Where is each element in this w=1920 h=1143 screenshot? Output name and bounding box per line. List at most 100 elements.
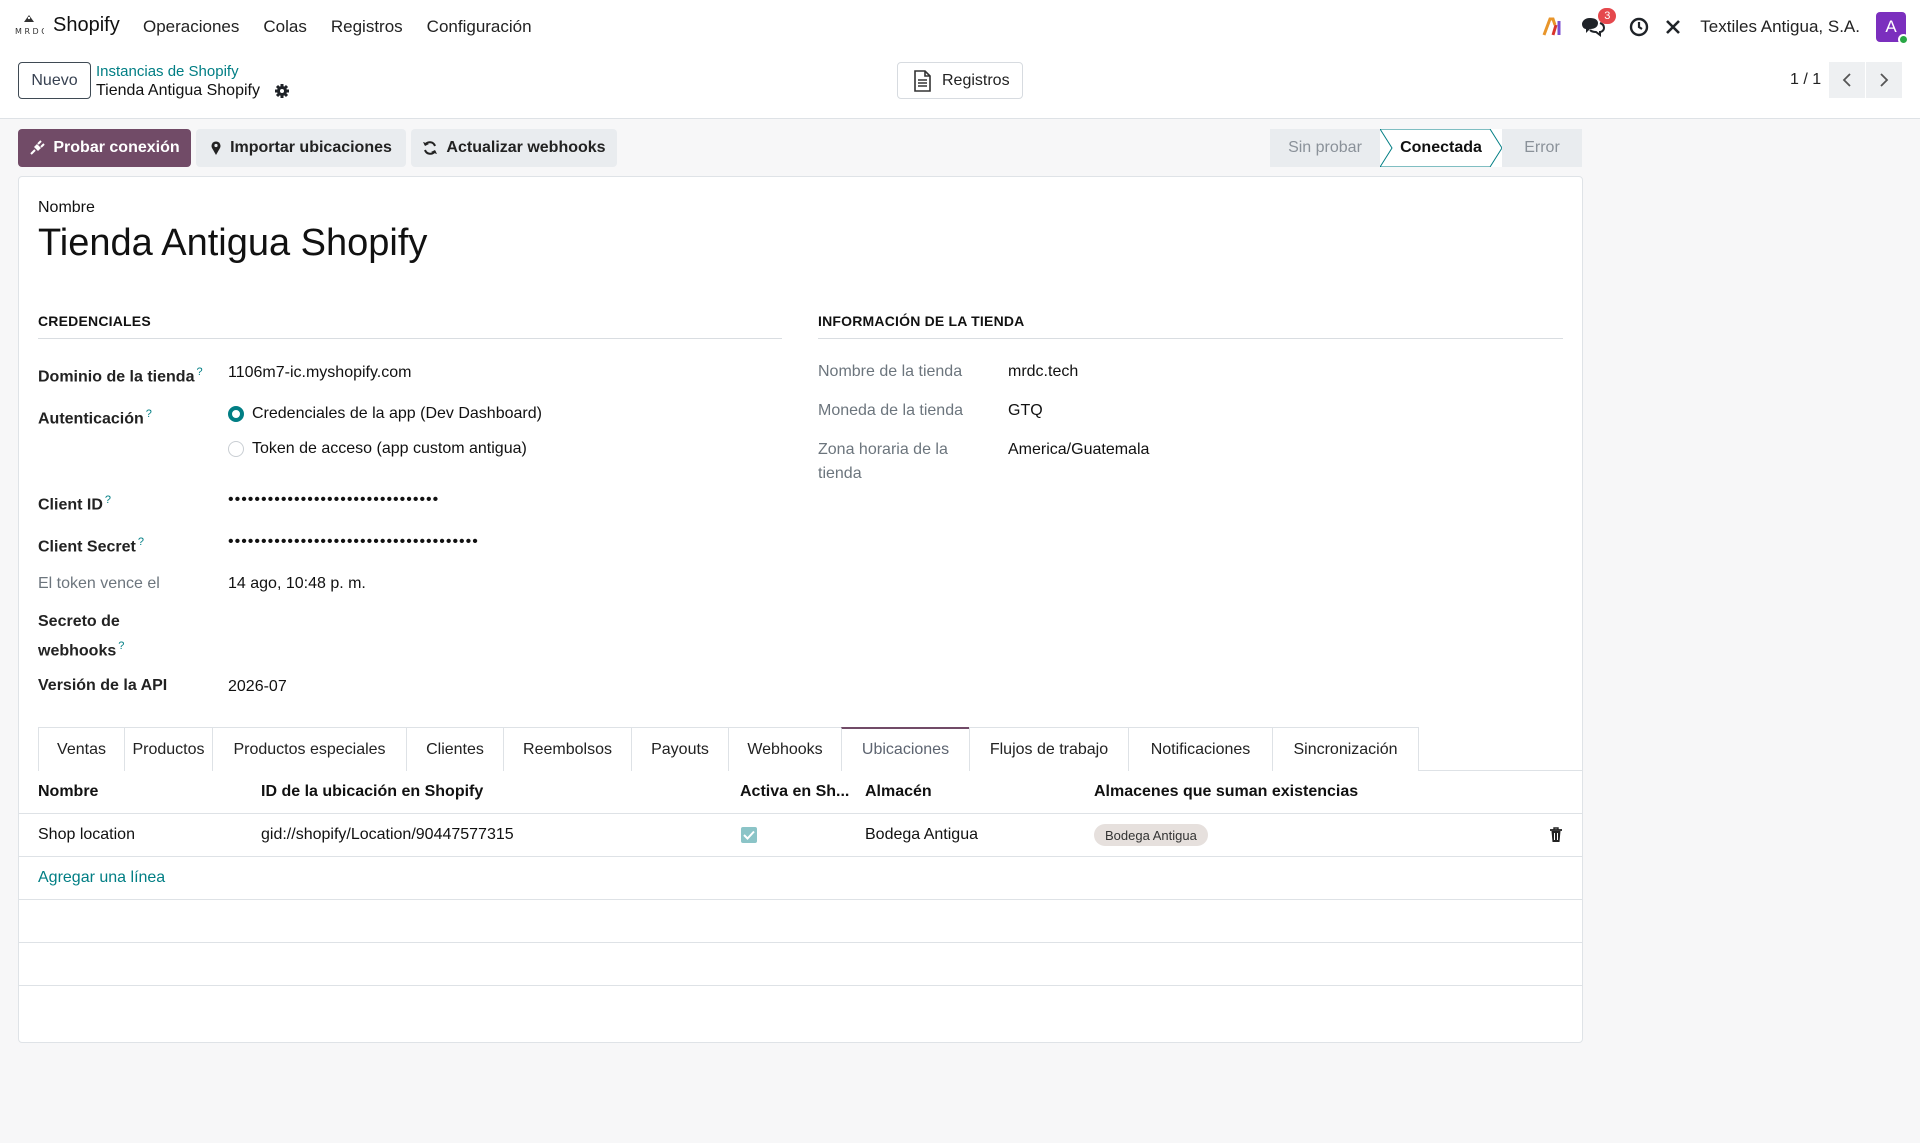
auth-option-access-token[interactable]: Token de acceso (app custom antigua) xyxy=(228,440,527,458)
activity-clock-icon[interactable] xyxy=(1626,14,1652,40)
user-avatar[interactable]: A xyxy=(1876,11,1909,45)
chevron-right-icon xyxy=(1880,73,1889,87)
record-name-field[interactable]: Tienda Antigua Shopify xyxy=(38,222,427,265)
tab-ventas[interactable]: Ventas xyxy=(38,727,125,771)
menu-item-configuracion[interactable]: Configuración xyxy=(427,17,532,37)
menu-item-registros[interactable]: Registros xyxy=(331,17,403,37)
pager-previous-button[interactable] xyxy=(1829,62,1865,98)
new-button[interactable]: Nuevo xyxy=(18,62,91,99)
add-line-link[interactable]: Agregar una línea xyxy=(38,869,165,887)
menu-item-colas[interactable]: Colas xyxy=(263,17,306,37)
column-header-almacenes-suman[interactable]: Almacenes que suman existencias xyxy=(1094,783,1358,801)
document-icon xyxy=(914,69,931,92)
client-id-label: Client ID? xyxy=(38,494,112,514)
add-line-row: Agregar una línea xyxy=(19,857,1582,900)
app-name[interactable]: Shopify xyxy=(53,14,120,37)
auth-label: Autenticación? xyxy=(38,408,152,428)
import-locations-button[interactable]: Importar ubicaciones xyxy=(196,129,406,167)
gear-icon[interactable] xyxy=(274,83,290,99)
company-switcher[interactable]: Textiles Antigua, S.A. xyxy=(1700,17,1860,37)
radio-checked-icon xyxy=(228,406,244,422)
column-header-shopify-id[interactable]: ID de la ubicación en Shopify xyxy=(261,783,483,801)
domain-label: Dominio de la tienda? xyxy=(38,366,203,386)
import-locations-label: Importar ubicaciones xyxy=(230,139,392,156)
column-header-activa[interactable]: Activa en Sh... xyxy=(740,783,849,801)
tab-payouts[interactable]: Payouts xyxy=(631,727,729,771)
tab-ubicaciones[interactable]: Ubicaciones xyxy=(841,727,970,771)
status-step-sin-probar[interactable]: Sin probar xyxy=(1270,129,1380,167)
token-expiry-field: 14 ago, 10:48 p. m. xyxy=(228,575,366,592)
store-info-heading: INFORMACIÓN DE LA TIENDA xyxy=(818,313,1563,339)
token-expiry-label: El token vence el xyxy=(38,575,160,592)
api-version-field[interactable]: 2026-07 xyxy=(228,678,287,696)
domain-field[interactable]: 1106m7-ic.myshopify.com xyxy=(228,364,411,382)
status-step-label: Error xyxy=(1524,139,1560,156)
logs-button-label: Registros xyxy=(942,71,1010,89)
name-label: Nombre xyxy=(38,199,95,216)
help-icon: ? xyxy=(145,408,152,420)
locations-table: Nombre ID de la ubicación en Shopify Act… xyxy=(19,771,1582,1029)
tab-flujos-de-trabajo[interactable]: Flujos de trabajo xyxy=(969,727,1129,771)
tab-notificaciones[interactable]: Notificaciones xyxy=(1128,727,1273,771)
tab-productos-especiales[interactable]: Productos especiales xyxy=(212,727,407,771)
logs-button[interactable]: Registros xyxy=(897,62,1023,99)
messages-badge: 3 xyxy=(1598,7,1617,24)
notebook-tabs: Ventas Productos Productos especiales Cl… xyxy=(38,727,1583,771)
warehouse-cell[interactable]: Bodega Antigua xyxy=(865,826,978,844)
pager-value[interactable]: 1 / 1 xyxy=(1790,71,1821,89)
location-shopify-id-cell[interactable]: gid://shopify/Location/90447577315 xyxy=(261,826,514,844)
active-checkbox[interactable] xyxy=(741,827,757,843)
empty-row xyxy=(19,943,1582,986)
status-step-error[interactable]: Error xyxy=(1502,129,1582,167)
form-sheet: Nombre Tienda Antigua Shopify CREDENCIAL… xyxy=(18,176,1583,1043)
test-connection-button[interactable]: Probar conexión xyxy=(18,129,191,167)
table-row[interactable]: Shop location gid://shopify/Location/904… xyxy=(19,814,1582,857)
map-pin-icon xyxy=(211,141,221,155)
pager-next-button[interactable] xyxy=(1866,62,1902,98)
messages-icon[interactable]: 3 xyxy=(1580,7,1617,40)
control-panel: Nuevo Instancias de Shopify Tienda Antig… xyxy=(0,53,1920,119)
menu-item-operaciones[interactable]: Operaciones xyxy=(143,17,239,37)
api-version-label: Versión de la API xyxy=(38,677,168,694)
checkmark-icon xyxy=(743,830,755,840)
navbar-systray: 3 Textiles Antigua, S.A. A xyxy=(1532,7,1909,45)
update-webhooks-button[interactable]: Actualizar webhooks xyxy=(411,129,617,167)
credentials-heading: CREDENCIALES xyxy=(38,313,782,339)
tools-icon[interactable] xyxy=(1660,14,1686,40)
tab-sincronizacion[interactable]: Sincronización xyxy=(1272,727,1419,771)
client-secret-label: Client Secret? xyxy=(38,536,144,556)
status-step-label: Sin probar xyxy=(1288,139,1362,156)
refresh-icon xyxy=(423,141,438,155)
breadcrumb-parent[interactable]: Instancias de Shopify xyxy=(96,63,239,80)
currency-label: Moneda de la tienda xyxy=(818,402,963,419)
company-logo-icon[interactable]: M R D C xyxy=(14,13,44,37)
empty-row xyxy=(19,900,1582,943)
client-id-field[interactable]: •••••••••••••••••••••••••••••••• xyxy=(228,491,439,509)
chevron-left-icon xyxy=(1842,73,1851,87)
auth-option-label: Token de acceso (app custom antigua) xyxy=(252,440,527,457)
tab-webhooks[interactable]: Webhooks xyxy=(728,727,842,771)
empty-row xyxy=(19,986,1582,1029)
help-icon: ? xyxy=(196,366,203,378)
column-header-nombre[interactable]: Nombre xyxy=(38,783,98,801)
timezone-label: Zona horaria de la tienda xyxy=(818,441,948,482)
status-bar: Sin probar Conectada Error xyxy=(1270,129,1582,167)
status-step-conectada[interactable]: Conectada xyxy=(1380,129,1502,167)
update-webhooks-label: Actualizar webhooks xyxy=(446,139,606,156)
warehouse-tag[interactable]: Bodega Antigua xyxy=(1094,824,1208,846)
store-name-label: Nombre de la tienda xyxy=(818,363,963,380)
help-icon: ? xyxy=(104,494,112,506)
column-header-almacen[interactable]: Almacén xyxy=(865,783,932,801)
table-header-row: Nombre ID de la ubicación en Shopify Act… xyxy=(19,771,1582,814)
help-icon: ? xyxy=(118,640,125,652)
help-icon: ? xyxy=(137,536,144,548)
auth-option-app-credentials[interactable]: Credenciales de la app (Dev Dashboard) xyxy=(228,405,542,423)
ai-assistant-icon[interactable] xyxy=(1540,14,1566,40)
store-name-value: mrdc.tech xyxy=(1008,363,1079,380)
tab-clientes[interactable]: Clientes xyxy=(406,727,504,771)
client-secret-field[interactable]: •••••••••••••••••••••••••••••••••••••• xyxy=(228,533,479,551)
tab-productos[interactable]: Productos xyxy=(124,727,213,771)
location-name-cell[interactable]: Shop location xyxy=(38,826,135,844)
trash-icon[interactable] xyxy=(1549,827,1563,843)
tab-reembolsos[interactable]: Reembolsos xyxy=(503,727,632,771)
